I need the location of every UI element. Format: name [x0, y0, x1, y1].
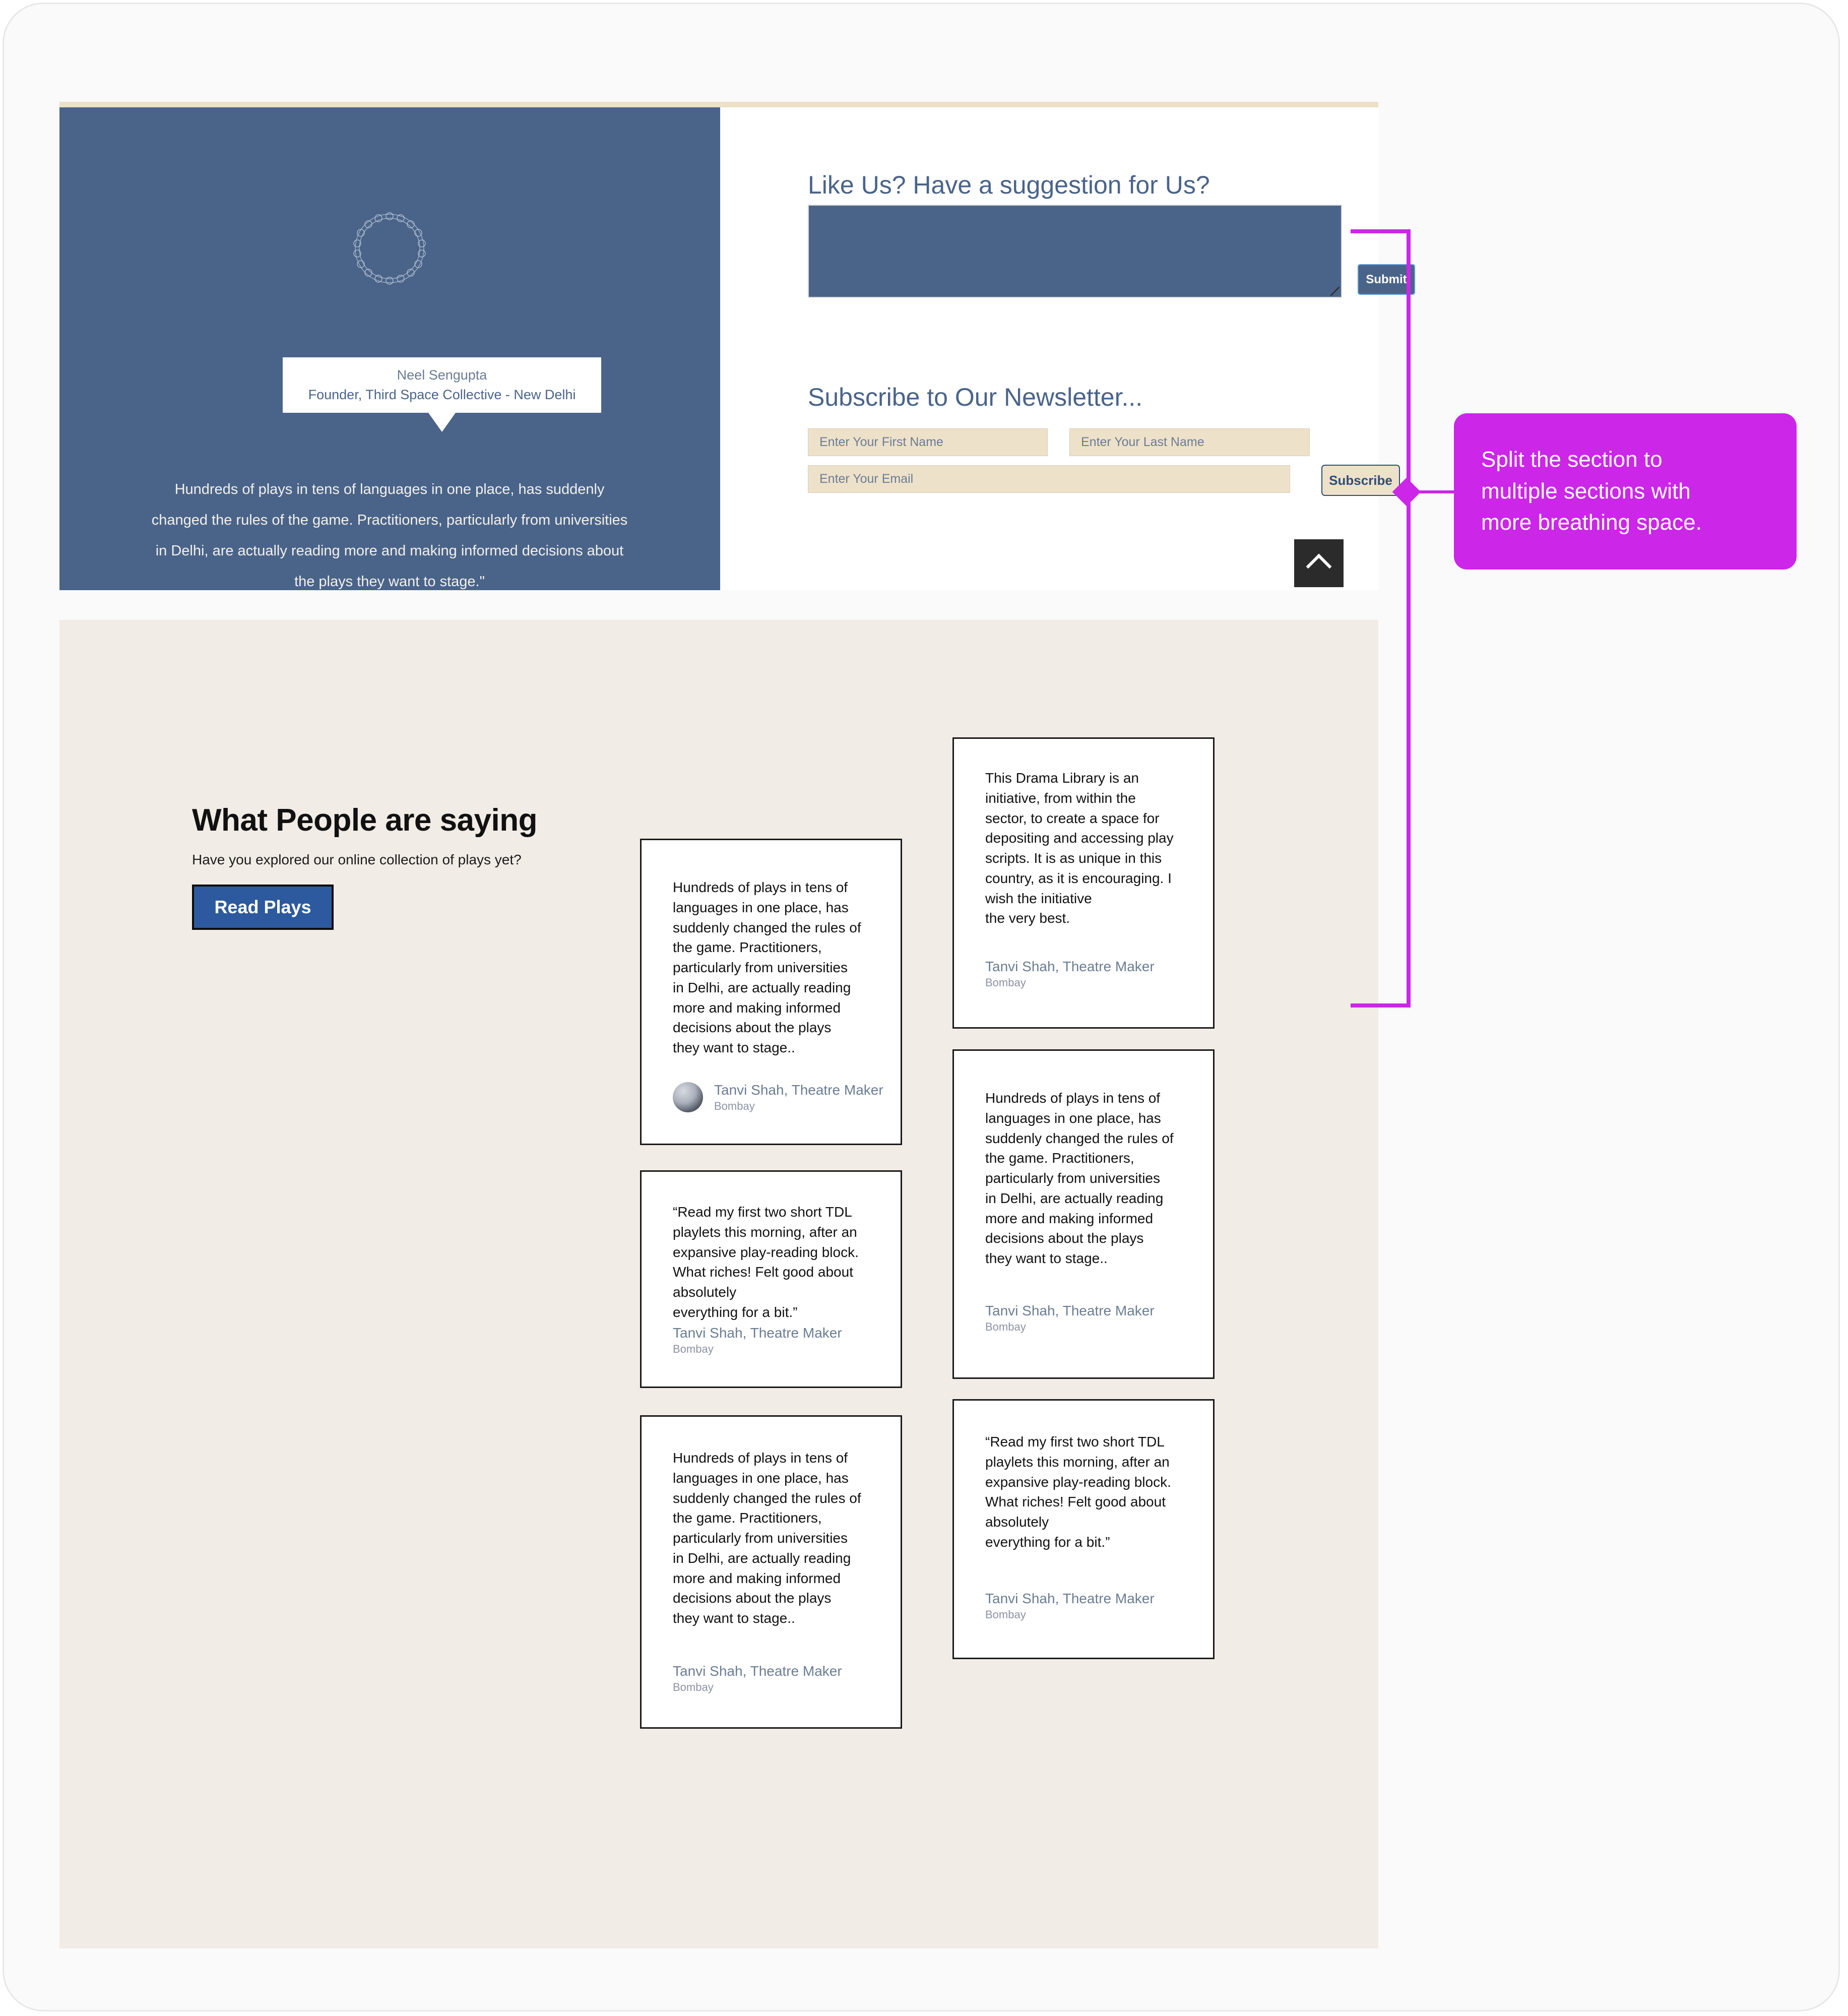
- hero-blue-panel: Neel Sengupta Founder, Third Space Colle…: [59, 107, 720, 653]
- annotation-bracket-bottom: [1351, 1003, 1411, 1007]
- testimonial-author: Tanvi Shah, Theatre Maker: [985, 959, 1155, 974]
- testimonial-author: Tanvi Shah, Theatre Maker: [985, 1591, 1155, 1606]
- annotation-bracket-top: [1351, 229, 1411, 233]
- first-name-input[interactable]: Enter Your First Name: [808, 428, 1048, 456]
- testimonial-city: Bombay: [673, 1681, 714, 1694]
- testimonial-quote: “Read my first two short TDL playlets th…: [673, 1204, 859, 1320]
- subscribe-button[interactable]: Subscribe: [1321, 465, 1400, 496]
- testimonial-card: “Read my first two short TDL playlets th…: [952, 1399, 1215, 1659]
- testimonial-author: Tanvi Shah, Theatre Maker: [985, 1303, 1155, 1318]
- annotation-callout: Split the section to multiple sections w…: [1454, 413, 1797, 570]
- testimonial-attribution: Tanvi Shah, Theatre Maker Bombay: [673, 1324, 842, 1357]
- testimonial-city: Bombay: [985, 1320, 1026, 1334]
- hero-section: Neel Sengupta Founder, Third Space Colle…: [59, 107, 1415, 653]
- speaker-name: Neel Sengupta: [397, 367, 487, 383]
- testimonial-attribution: Tanvi Shah, Theatre Maker Bombay: [985, 1302, 1155, 1335]
- device-frame: Neel Sengupta Founder, Third Space Colle…: [4, 4, 1838, 2010]
- testimonial-quote: This Drama Library is an initiative, fro…: [985, 770, 1174, 926]
- testimonial-card: Hundreds of plays in tens of languages i…: [952, 1049, 1215, 1379]
- testimonial-quote: “Read my first two short TDL playlets th…: [985, 1434, 1171, 1550]
- scroll-to-top-button[interactable]: [1294, 539, 1344, 587]
- testimonial-card: “Read my first two short TDL playlets th…: [640, 1170, 902, 1388]
- annotation-bracket-spine: [1407, 229, 1411, 1007]
- testimonial-city: Bombay: [985, 976, 1026, 989]
- testimonial-card: This Drama Library is an initiative, fro…: [952, 737, 1215, 1029]
- testimonial-author: Tanvi Shah, Theatre Maker: [673, 1663, 842, 1679]
- hero-quote-text: Hundreds of plays in tens of languages i…: [151, 481, 628, 590]
- testimonial-author: Tanvi Shah, Theatre Maker: [673, 1325, 842, 1341]
- suggestion-heading: Like Us? Have a suggestion for Us?: [808, 171, 1210, 199]
- hero-form-panel: Like Us? Have a suggestion for Us? Submi…: [720, 107, 1415, 590]
- last-name-input[interactable]: Enter Your Last Name: [1069, 428, 1310, 456]
- testimonials-section: What People are saying Have you explored…: [59, 620, 1378, 1948]
- testimonial-city: Bombay: [673, 1343, 714, 1356]
- testimonial-attribution: Tanvi Shah, Theatre Maker Bombay: [985, 958, 1155, 990]
- testimonial-quote: Hundreds of plays in tens of languages i…: [673, 879, 861, 1055]
- speaker-role: Founder, Third Space Collective - New De…: [308, 387, 576, 402]
- speaker-callout-card: Neel Sengupta Founder, Third Space Colle…: [283, 357, 601, 432]
- testimonial-city: Bombay: [714, 1100, 755, 1113]
- testimonial-attribution: Tanvi Shah, Theatre Maker Bombay: [985, 1590, 1155, 1622]
- testimonial-card: Hundreds of plays in tens of languages i…: [640, 1415, 902, 1729]
- annotation-text: Split the section to multiple sections w…: [1481, 447, 1702, 535]
- page-title: What People are saying: [192, 803, 538, 838]
- email-input[interactable]: Enter Your Email: [808, 465, 1290, 493]
- chevron-up-icon: [1306, 553, 1332, 579]
- top-cream-strip: [59, 102, 1378, 107]
- testimonial-city: Bombay: [985, 1608, 1026, 1621]
- newsletter-heading: Subscribe to Our Newsletter...: [808, 383, 1143, 411]
- read-plays-button[interactable]: Read Plays: [192, 885, 334, 930]
- testimonial-card: Hundreds of plays in tens of languages i…: [640, 839, 902, 1145]
- testimonial-attribution: Tanvi Shah, Theatre Maker Bombay: [673, 1662, 842, 1695]
- testimonial-author: Tanvi Shah, Theatre Maker: [714, 1082, 883, 1098]
- testimonial-attribution: Tanvi Shah, Theatre Maker Bombay: [673, 1081, 883, 1114]
- resize-handle-icon[interactable]: [1330, 287, 1340, 296]
- testimonial-quote: Hundreds of plays in tens of languages i…: [673, 1450, 861, 1626]
- avatar: [673, 1082, 703, 1113]
- testimonials-subtitle: Have you explored our online collection …: [192, 852, 522, 867]
- testimonial-quote: Hundreds of plays in tens of languages i…: [985, 1090, 1174, 1266]
- suggestion-textarea[interactable]: [808, 205, 1342, 298]
- decorative-bead-circle: [353, 212, 426, 285]
